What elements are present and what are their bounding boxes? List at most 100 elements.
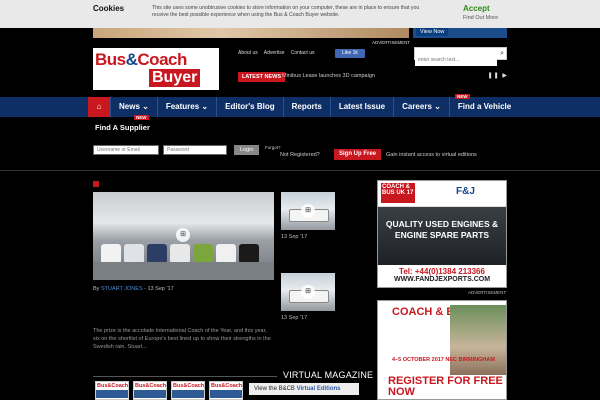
vm-button-prefix: View the B&CB <box>254 386 295 392</box>
link-advertise[interactable]: Advertise <box>264 50 285 56</box>
advert-label: ADVERTISEMENT <box>372 40 411 45</box>
not-registered-text: Not Registered? <box>280 152 320 158</box>
latest-news-tag: LATEST NEWS <box>238 72 286 82</box>
latest-news-ticker: LATEST NEWS Minibus Lease launches 3D ca… <box>238 72 508 82</box>
logo-top-line: Bus&Coach <box>95 50 187 70</box>
nav-editors-blog[interactable]: Editor's Blog <box>216 97 282 117</box>
top-banner-ad[interactable] <box>93 28 409 38</box>
ad1-web: WWW.FANDJEXPORTS.COM <box>378 276 506 283</box>
view-now-button[interactable]: View Now <box>416 28 449 36</box>
bus-shape <box>239 244 259 262</box>
logo-amp: & <box>125 50 138 69</box>
cover-title: Bus&Coach <box>135 383 167 389</box>
gallery-icon: ⊞ <box>301 204 315 218</box>
nav-editors-blog-label: Editor's Blog <box>225 102 275 111</box>
nav-find-vehicle[interactable]: Find a Vehicle <box>448 97 519 117</box>
site-logo[interactable]: Bus&Coach Buyer <box>93 48 219 90</box>
login-button[interactable]: Login <box>234 145 260 155</box>
search-box: ⌕ <box>414 47 507 66</box>
nav-features[interactable]: Features ⌄ <box>156 97 216 117</box>
ad1-phone: Tel: +44(0)1384 213366 <box>378 265 506 276</box>
nav-find-supplier[interactable]: Find A Supplier <box>95 123 150 132</box>
gallery-icon: ⊞ <box>301 285 315 299</box>
thumb-image-1[interactable]: ⊞ <box>281 192 335 230</box>
magazine-cover-2[interactable]: Bus&Coach <box>133 381 167 400</box>
gain-access-text: Gain instant access to virtual editions <box>386 152 477 158</box>
nav-careers-label: Careers <box>402 102 432 111</box>
cookie-banner: Cookies This site uses some unobtrusive … <box>0 0 600 28</box>
new-badge-vehicle: NEW <box>455 94 470 99</box>
cover-band <box>172 390 204 398</box>
nav-features-label: Features <box>165 102 200 111</box>
signup-button[interactable]: Sign Up Free <box>334 149 382 160</box>
page: Cookies This site uses some unobtrusive … <box>0 0 600 400</box>
nav-home[interactable]: ⌂ <box>88 97 110 117</box>
password-field[interactable] <box>163 145 227 155</box>
divider <box>0 170 600 171</box>
link-contact[interactable]: Contact us <box>291 50 315 56</box>
nav-news[interactable]: News ⌄ <box>110 97 157 117</box>
ad1-header: COACH & BUS UK 17 F&J <box>378 181 506 207</box>
magazine-cover-1[interactable]: Bus&Coach <box>95 381 129 400</box>
byline-by: By <box>93 286 100 292</box>
ad2-photo <box>450 305 506 375</box>
cover-band <box>210 390 242 398</box>
bus-shape <box>216 244 236 262</box>
nav-reports[interactable]: Reports <box>282 97 330 117</box>
link-about[interactable]: About us <box>238 50 258 56</box>
main-nav: ⌂ News ⌄ Features ⌄ Editor's Blog Report… <box>0 97 600 117</box>
logo-buyer: Buyer <box>149 69 201 87</box>
cover-title: Bus&Coach <box>173 383 205 389</box>
nav-news-label: News <box>119 102 140 111</box>
fj-exports-ad[interactable]: COACH & BUS UK 17 F&J QUALITY USED ENGIN… <box>377 180 507 288</box>
cover-title: Bus&Coach <box>211 383 243 389</box>
nav-latest-issue-label: Latest Issue <box>338 102 386 111</box>
byline-date: - 13 Sep '17 <box>144 286 174 292</box>
byline: By STUART JONES - 13 Sep '17 <box>93 286 174 292</box>
nav-items: ⌂ News ⌄ Features ⌄ Editor's Blog Report… <box>88 97 519 117</box>
bus-shape <box>147 244 167 262</box>
coach-bus-uk-ad[interactable]: COACH & BUS UK 17 4–5 OCTOBER 2017 NEC B… <box>377 300 507 400</box>
feature-excerpt: The prize is the accolade International … <box>93 328 271 350</box>
magazine-cover-3[interactable]: Bus&Coach <box>171 381 205 400</box>
vm-divider <box>93 376 277 377</box>
facebook-like-button[interactable]: Like 1k <box>335 49 365 58</box>
logo-coach: Coach <box>137 50 187 69</box>
coach-bus-logo: COACH & BUS UK 17 <box>381 183 415 203</box>
ad1-headline: QUALITY USED ENGINES & ENGINE SPARE PART… <box>378 207 506 265</box>
feature-image[interactable]: ⊞ <box>93 192 274 280</box>
nav-careers[interactable]: Careers ⌄ <box>393 97 449 117</box>
login-form: Login Forgot? Not Registered? Sign Up Fr… <box>93 145 513 160</box>
cover-band <box>134 390 166 398</box>
cookie-title: Cookies <box>93 4 125 13</box>
cookie-message: This site uses some unobtrusive cookies … <box>152 5 420 18</box>
thumb-image-2[interactable]: ⊞ <box>281 273 335 311</box>
search-input[interactable] <box>415 54 497 66</box>
ticker-controls[interactable]: ❚❚ ▶ <box>488 72 508 79</box>
ad-label: ADVERTISEMENT <box>468 290 507 295</box>
thumb-date-1: 13 Sep '17 <box>281 234 308 240</box>
author-link[interactable]: STUART JONES <box>101 286 143 292</box>
cookie-more-link[interactable]: Find Out More <box>463 15 498 21</box>
thumb-date-2: 13 Sep '17 <box>281 315 308 321</box>
cover-title: Bus&Coach <box>97 383 129 389</box>
username-field[interactable] <box>93 145 159 155</box>
latest-news-headline[interactable]: Minibus Lease launches 3D campaign <box>282 73 375 79</box>
bus-shape <box>124 244 144 262</box>
section-marker <box>93 181 99 187</box>
bus-shape <box>101 244 121 262</box>
virtual-editions-button[interactable]: View the B&CB Virtual Editions <box>249 383 359 395</box>
ad2-register: REGISTER FOR FREE NOW <box>388 375 503 398</box>
nav-reports-label: Reports <box>291 102 322 111</box>
forgot-link[interactable]: Forgot? <box>265 145 281 150</box>
bus-shape <box>170 244 190 262</box>
search-icon[interactable]: ⌕ <box>500 50 504 58</box>
nav-latest-issue[interactable]: Latest Issue <box>329 97 393 117</box>
logo-bus: Bus <box>95 50 126 69</box>
magazine-cover-4[interactable]: Bus&Coach <box>209 381 243 400</box>
vm-button-highlight: Virtual Editions <box>296 386 341 392</box>
fj-logo: F&J <box>456 186 475 197</box>
virtual-magazine-title: VIRTUAL MAGAZINE <box>283 370 374 380</box>
gallery-icon: ⊞ <box>176 228 190 242</box>
cookie-accept-button[interactable]: Accept <box>463 4 490 13</box>
